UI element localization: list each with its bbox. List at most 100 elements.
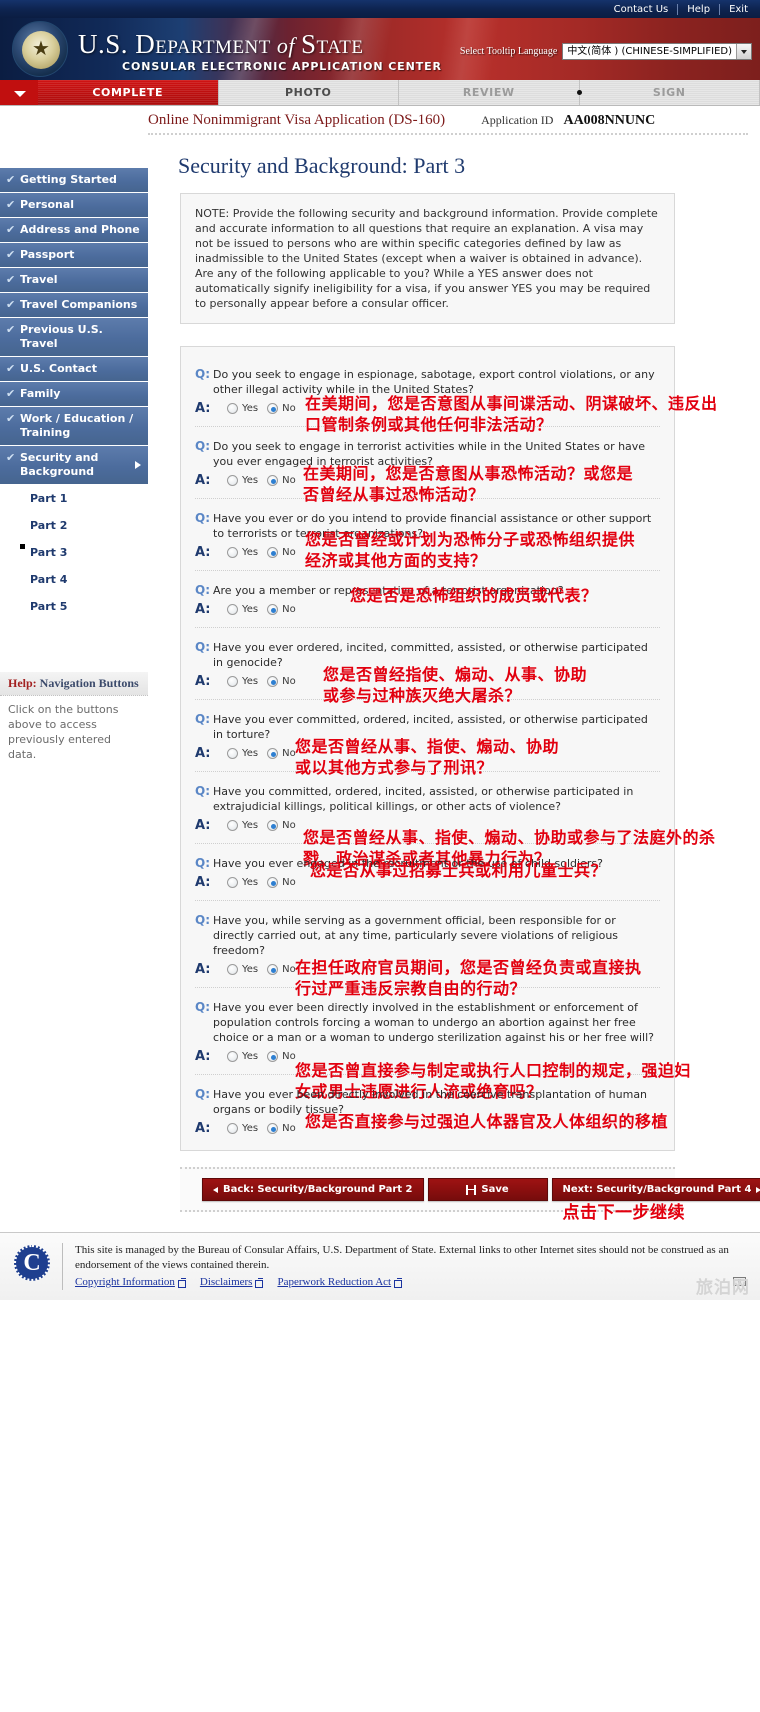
radio-option-yes[interactable]: Yes xyxy=(227,820,258,831)
copyright-information-link[interactable]: Copyright Information xyxy=(75,1275,186,1290)
radio-option-no[interactable]: No xyxy=(267,403,296,414)
answer-marker: A: xyxy=(195,674,211,689)
radio-no-icon[interactable] xyxy=(267,475,279,486)
chevron-right-icon[interactable] xyxy=(135,461,141,469)
radio-no-icon[interactable] xyxy=(267,1051,279,1062)
stage-tab-photo[interactable]: PHOTO xyxy=(218,80,399,105)
sidebar-item-personal[interactable]: ✔ Personal xyxy=(0,193,148,218)
radio-yes-icon[interactable] xyxy=(227,547,238,558)
radio-option-yes[interactable]: Yes xyxy=(227,1123,258,1134)
answer-marker: A: xyxy=(195,401,211,416)
radio-yes-icon[interactable] xyxy=(227,748,238,759)
question-marker: Q: xyxy=(195,1000,210,1014)
sidebar-item-label: Work / Education / Training xyxy=(20,412,134,439)
radio-option-yes[interactable]: Yes xyxy=(227,403,258,414)
main-content: Online Nonimmigrant Visa Application (DS… xyxy=(148,106,760,1223)
stage-menu-toggle[interactable] xyxy=(0,80,38,105)
sidebar-item-address-and-phone[interactable]: ✔ Address and Phone xyxy=(0,218,148,243)
sidebar-subitem-part-2[interactable]: Part 2 xyxy=(0,512,148,539)
radio-option-yes[interactable]: Yes xyxy=(227,604,258,615)
help-panel-title: Help: Navigation Buttons xyxy=(0,672,148,696)
radio-option-yes[interactable]: Yes xyxy=(227,964,258,975)
radio-option-no[interactable]: No xyxy=(267,748,296,759)
radio-yes-icon[interactable] xyxy=(227,820,238,831)
sidebar-item-travel-companions[interactable]: ✔ Travel Companions xyxy=(0,293,148,318)
radio-option-no[interactable]: No xyxy=(267,547,296,558)
answer-radio-group: Yes No xyxy=(213,676,296,687)
stage-tab-sign[interactable]: SIGN xyxy=(579,80,760,105)
radio-no-icon[interactable] xyxy=(267,676,279,687)
radio-yes-icon[interactable] xyxy=(227,676,238,687)
language-select[interactable]: 中文(简体 ) (CHINESE-SIMPLIFIED) xyxy=(562,43,752,60)
radio-option-label: No xyxy=(282,547,296,558)
exit-link[interactable]: Exit xyxy=(720,4,752,15)
stage-progress-dot-icon xyxy=(576,90,582,95)
sidebar-item-us-contact[interactable]: ✔ U.S. Contact xyxy=(0,357,148,382)
radio-no-icon[interactable] xyxy=(267,403,279,414)
radio-option-yes[interactable]: Yes xyxy=(227,475,258,486)
external-link-icon xyxy=(394,1278,403,1288)
sidebar-item-getting-started[interactable]: ✔ Getting Started xyxy=(0,168,148,193)
radio-option-label: Yes xyxy=(242,1051,259,1062)
paperwork-reduction-act-link[interactable]: Paperwork Reduction Act xyxy=(277,1275,403,1290)
radio-option-no[interactable]: No xyxy=(267,604,296,615)
radio-option-yes[interactable]: Yes xyxy=(227,676,258,687)
question-row: Q: Have you ever been directly involved i… xyxy=(195,1000,660,1045)
radio-no-icon[interactable] xyxy=(267,820,279,831)
radio-option-no[interactable]: No xyxy=(267,676,296,687)
sidebar-item-passport[interactable]: ✔ Passport xyxy=(0,243,148,268)
radio-yes-icon[interactable] xyxy=(227,877,238,888)
sidebar-subitem-part-5[interactable]: Part 5 xyxy=(0,593,148,620)
radio-no-icon[interactable] xyxy=(267,877,279,888)
radio-no-icon[interactable] xyxy=(267,964,279,975)
next-button[interactable]: Next: Security/Background Part 4 xyxy=(551,1178,760,1201)
tooltip-language-selector[interactable]: Select Tooltip Language 中文(简体 ) (CHINESE… xyxy=(460,43,752,60)
radio-yes-icon[interactable] xyxy=(227,475,238,486)
save-button[interactable]: Save xyxy=(427,1178,548,1201)
save-disk-icon xyxy=(466,1184,477,1195)
radio-option-no[interactable]: No xyxy=(267,964,296,975)
sidebar-subitem-part-1[interactable]: Part 1 xyxy=(0,485,148,512)
sidebar-subitem-part-3[interactable]: Part 3 xyxy=(0,539,148,566)
question-marker: Q: xyxy=(195,856,210,870)
check-icon: ✔ xyxy=(6,412,16,425)
disclaimers-link[interactable]: Disclaimers xyxy=(200,1275,264,1290)
sidebar-subitem-part-4[interactable]: Part 4 xyxy=(0,566,148,593)
radio-no-icon[interactable] xyxy=(267,604,279,615)
radio-option-yes[interactable]: Yes xyxy=(227,748,258,759)
radio-no-icon[interactable] xyxy=(267,1123,279,1134)
radio-option-no[interactable]: No xyxy=(267,877,296,888)
sidebar-item-work-education-training[interactable]: ✔ Work / Education / Training xyxy=(0,407,148,446)
radio-yes-icon[interactable] xyxy=(227,403,238,414)
sidebar-item-label: Security and Background xyxy=(20,451,99,478)
help-panel-body: Click on the buttons above to access pre… xyxy=(8,703,119,761)
radio-option-yes[interactable]: Yes xyxy=(227,1051,258,1062)
back-button[interactable]: Back: Security/Background Part 2 xyxy=(202,1178,424,1201)
radio-yes-icon[interactable] xyxy=(227,964,238,975)
stage-tab-complete[interactable]: COMPLETE xyxy=(38,80,219,105)
radio-option-label: No xyxy=(282,964,296,975)
radio-no-icon[interactable] xyxy=(267,547,279,558)
help-link[interactable]: Help xyxy=(678,3,721,15)
radio-option-yes[interactable]: Yes xyxy=(227,547,258,558)
sidebar-item-previous-us-travel[interactable]: ✔ Previous U.S. Travel xyxy=(0,318,148,357)
chevron-down-icon[interactable] xyxy=(736,44,751,59)
radio-option-yes[interactable]: Yes xyxy=(227,877,258,888)
radio-no-icon[interactable] xyxy=(267,748,279,759)
sidebar-item-travel[interactable]: ✔ Travel xyxy=(0,268,148,293)
external-link-icon xyxy=(255,1278,264,1288)
sidebar-item-family[interactable]: ✔ Family xyxy=(0,382,148,407)
sidebar-item-label: Previous U.S. Travel xyxy=(20,323,103,350)
radio-yes-icon[interactable] xyxy=(227,1051,238,1062)
radio-yes-icon[interactable] xyxy=(227,604,238,615)
radio-option-no[interactable]: No xyxy=(267,475,296,486)
stage-tab-label: SIGN xyxy=(652,86,686,99)
stage-tab-review[interactable]: REVIEW xyxy=(399,80,582,105)
sidebar-item-security-and-background[interactable]: ✔ Security and Background xyxy=(0,446,148,485)
contact-us-link[interactable]: Contact Us xyxy=(605,3,679,15)
radio-option-no[interactable]: No xyxy=(267,1051,296,1062)
radio-option-no[interactable]: No xyxy=(267,820,296,831)
stage-tab-label: PHOTO xyxy=(285,86,332,99)
radio-option-no[interactable]: No xyxy=(267,1123,296,1134)
radio-yes-icon[interactable] xyxy=(227,1123,238,1134)
